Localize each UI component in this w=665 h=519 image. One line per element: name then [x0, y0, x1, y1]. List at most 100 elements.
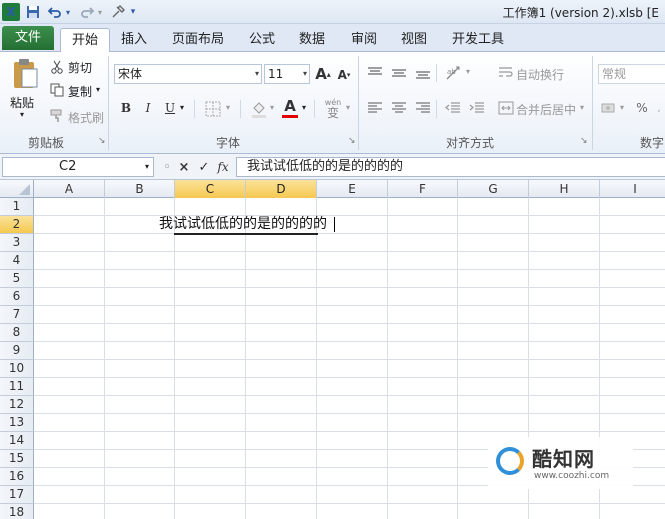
redo-dropdown-icon[interactable]: ▾ — [96, 3, 104, 21]
cut-button[interactable]: 剪切 — [68, 59, 92, 76]
active-cell-text[interactable]: 我试试低低的的是的的的的 — [159, 215, 327, 233]
excel-logo-icon[interactable]: X — [2, 3, 20, 21]
row-header-13[interactable]: 13 — [0, 414, 34, 432]
align-left-icon[interactable] — [366, 100, 384, 116]
paste-dropdown-icon[interactable]: ▾ — [20, 110, 24, 119]
font-color-button[interactable]: A — [282, 97, 298, 115]
customize-icon[interactable] — [110, 3, 128, 21]
name-box-dropdown-icon[interactable]: ▾ — [145, 158, 149, 176]
copy-icon[interactable] — [50, 83, 64, 97]
column-header-e[interactable]: E — [317, 180, 388, 198]
formula-input[interactable]: 我试试低低的的是的的的的 — [236, 157, 665, 177]
number-format-combo[interactable]: 常规 — [598, 64, 665, 84]
percent-button[interactable]: % — [634, 100, 650, 116]
align-top-icon[interactable] — [366, 66, 384, 80]
tab-file[interactable]: 文件 — [2, 26, 54, 50]
align-center-icon[interactable] — [390, 100, 408, 116]
row-header-7[interactable]: 7 — [0, 306, 34, 324]
row-header-8[interactable]: 8 — [0, 324, 34, 342]
row-header-5[interactable]: 5 — [0, 270, 34, 288]
align-right-icon[interactable] — [414, 100, 432, 116]
alignment-launcher-icon[interactable]: ↘ — [580, 136, 588, 146]
format-painter-icon[interactable] — [50, 109, 64, 123]
row-header-3[interactable]: 3 — [0, 234, 34, 252]
currency-icon[interactable] — [600, 100, 618, 116]
borders-dropdown-icon[interactable]: ▾ — [226, 103, 230, 112]
align-bottom-icon[interactable] — [414, 66, 432, 80]
row-header-4[interactable]: 4 — [0, 252, 34, 270]
row-header-11[interactable]: 11 — [0, 378, 34, 396]
underline-button[interactable]: U — [162, 100, 178, 116]
tab-home[interactable]: 开始 — [60, 28, 110, 53]
merge-center-button[interactable]: 合并后居中 — [516, 101, 576, 118]
column-header-f[interactable]: F — [388, 180, 458, 198]
font-color-dropdown-icon[interactable]: ▾ — [302, 103, 306, 112]
row-header-17[interactable]: 17 — [0, 486, 34, 504]
column-header-i[interactable]: I — [600, 180, 665, 198]
copy-dropdown-icon[interactable]: ▾ — [96, 85, 100, 94]
paste-button[interactable]: 粘贴 — [10, 94, 34, 111]
row-header-9[interactable]: 9 — [0, 342, 34, 360]
bold-button[interactable]: B — [118, 100, 134, 116]
column-header-g[interactable]: G — [458, 180, 529, 198]
column-header-d[interactable]: D — [246, 180, 317, 198]
align-middle-icon[interactable] — [390, 66, 408, 80]
font-launcher-icon[interactable]: ↘ — [348, 136, 356, 146]
font-name-combo[interactable]: 宋体 ▾ — [114, 64, 262, 84]
tab-data[interactable]: 数据 — [292, 28, 332, 52]
tab-view[interactable]: 视图 — [394, 28, 434, 52]
tab-insert[interactable]: 插入 — [114, 28, 154, 52]
undo-dropdown-icon[interactable]: ▾ — [64, 3, 72, 21]
formula-bar-grip-icon[interactable]: ◦ — [160, 158, 174, 176]
row-header-6[interactable]: 6 — [0, 288, 34, 306]
column-header-a[interactable]: A — [34, 180, 105, 198]
italic-button[interactable]: I — [140, 100, 156, 116]
underline-dropdown-icon[interactable]: ▾ — [180, 103, 184, 112]
row-header-16[interactable]: 16 — [0, 468, 34, 486]
paste-icon[interactable] — [8, 56, 42, 92]
enter-entry-button[interactable]: ✓ — [196, 158, 212, 176]
row-header-14[interactable]: 14 — [0, 432, 34, 450]
row-header-15[interactable]: 15 — [0, 450, 34, 468]
row-header-18[interactable]: 18 — [0, 504, 34, 519]
fill-color-dropdown-icon[interactable]: ▾ — [270, 103, 274, 112]
tab-formulas[interactable]: 公式 — [242, 28, 282, 52]
quick-access-menu-icon[interactable]: ▾ — [128, 3, 138, 21]
row-header-10[interactable]: 10 — [0, 360, 34, 378]
insert-function-button[interactable]: fx — [214, 158, 232, 176]
comma-style-icon[interactable]: , — [654, 104, 664, 114]
merge-dropdown-icon[interactable]: ▾ — [580, 103, 584, 112]
orientation-icon[interactable]: ab — [444, 64, 464, 82]
wrap-text-icon[interactable] — [498, 65, 514, 81]
tab-page-layout[interactable]: 页面布局 — [166, 28, 230, 52]
row-header-12[interactable]: 12 — [0, 396, 34, 414]
merge-center-icon[interactable] — [498, 100, 514, 116]
shrink-font-button[interactable]: A ▾ — [336, 67, 352, 83]
tab-developer[interactable]: 开发工具 — [444, 28, 512, 52]
tab-review[interactable]: 审阅 — [344, 28, 384, 52]
cut-icon[interactable] — [50, 60, 64, 74]
phonetic-dropdown-icon[interactable]: ▾ — [346, 103, 350, 112]
font-name-dropdown-icon[interactable]: ▾ — [255, 65, 259, 83]
name-box[interactable]: C2 ▾ — [2, 157, 154, 177]
undo-icon[interactable] — [46, 3, 64, 21]
grow-font-button[interactable]: A ▴ — [314, 65, 332, 83]
column-header-b[interactable]: B — [105, 180, 175, 198]
decrease-indent-icon[interactable] — [444, 100, 462, 116]
row-header-1[interactable]: 1 — [0, 198, 34, 216]
row-header-2[interactable]: 2 — [0, 216, 34, 234]
redo-icon[interactable] — [78, 3, 96, 21]
font-size-combo[interactable]: 11 ▾ — [264, 64, 310, 84]
cancel-entry-button[interactable]: × — [176, 158, 192, 176]
save-icon[interactable] — [24, 3, 42, 21]
currency-dropdown-icon[interactable]: ▾ — [620, 103, 624, 112]
clipboard-launcher-icon[interactable]: ↘ — [98, 136, 106, 146]
phonetic-guide-button[interactable]: wén 变 — [322, 96, 344, 120]
column-header-h[interactable]: H — [529, 180, 600, 198]
wrap-text-button[interactable]: 自动换行 — [516, 66, 564, 83]
select-all-corner[interactable] — [0, 180, 34, 198]
font-size-dropdown-icon[interactable]: ▾ — [303, 65, 307, 83]
format-painter-button[interactable]: 格式刷 — [68, 109, 104, 126]
column-header-c[interactable]: C — [175, 180, 246, 198]
worksheet-grid[interactable]: A B C D E F G H I 1 2 3 4 5 6 7 8 9 10 11 12 13 14 15 1… — [0, 180, 665, 519]
